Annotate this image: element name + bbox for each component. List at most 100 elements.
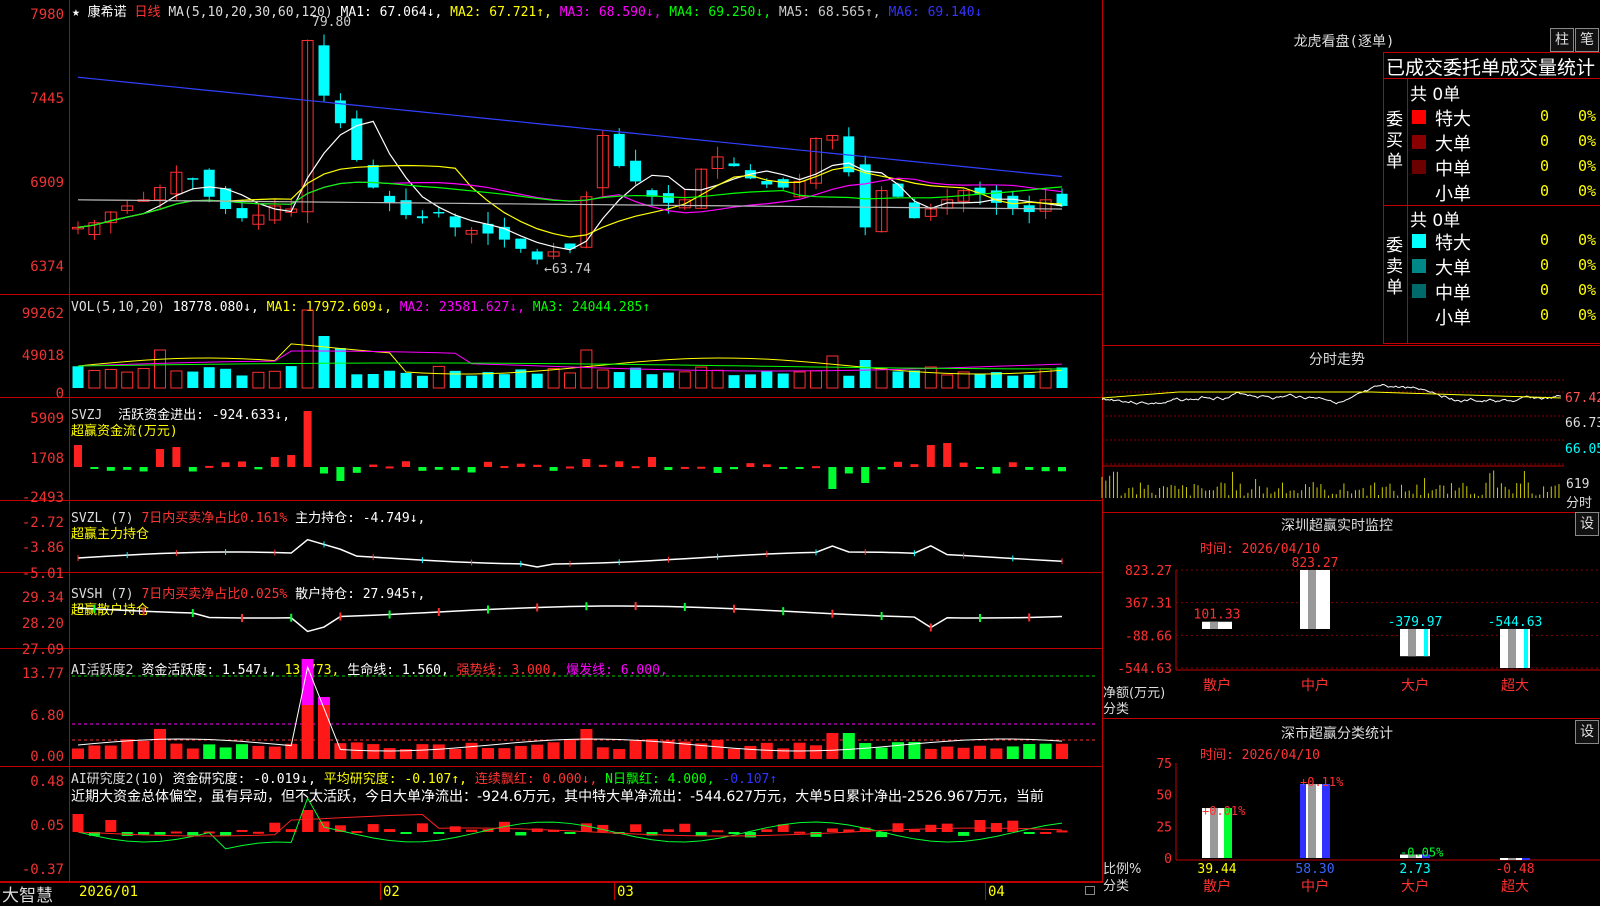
monitor-bar [1400, 628, 1430, 657]
ma-line [77, 120, 1063, 251]
ai-activity-bar [990, 748, 1003, 759]
volume-bar [564, 372, 576, 389]
ai-lifeline [77, 665, 1063, 752]
intraday-ytick: 66.05 [1565, 442, 1600, 457]
volume-bar [941, 374, 954, 389]
intraday-chart[interactable] [1101, 368, 1564, 508]
ai-research-bar [154, 832, 166, 835]
svzj-bar [779, 467, 788, 469]
bar-mode-button[interactable]: 柱 [1550, 28, 1574, 52]
ai-research-bar [908, 829, 920, 832]
classify-bar-accent [1522, 858, 1530, 860]
classify-title: 深市超赢分类统计 [1281, 726, 1393, 742]
svzj-bar [484, 461, 492, 467]
ai-research-bar [302, 810, 314, 832]
volume-bar [1007, 375, 1019, 388]
svzj-bar [812, 466, 820, 469]
volume-bar [843, 375, 855, 388]
order-row-pct: 0% [1578, 281, 1597, 299]
classify-value-label: 39.44 [1197, 862, 1236, 877]
ai-activity-bar [744, 745, 757, 759]
svsh-line [77, 605, 1063, 633]
color-swatch [1412, 135, 1426, 149]
volume-bar [351, 374, 363, 388]
candle-down [531, 251, 543, 260]
svzj-bar [730, 467, 738, 470]
ai-activity-bar [1056, 743, 1068, 759]
ai-activity-bar [170, 743, 183, 759]
x-axis [0, 882, 1103, 901]
ai-activity-bar [432, 744, 445, 759]
volume-bar [285, 366, 297, 388]
classify-category-label: 散户 [1203, 878, 1231, 895]
classify-ytick: 25 [1156, 820, 1172, 835]
volume-bar [892, 371, 904, 388]
monitor-bar-shade [1508, 628, 1516, 668]
volume-bar [154, 349, 166, 389]
ai-research-bar [744, 832, 756, 838]
order-row-pct: 0% [1578, 256, 1597, 274]
ai-activity-bar [859, 743, 872, 759]
ai-activity-bar [383, 748, 396, 759]
volume-bar [137, 367, 150, 389]
svzj-bar [861, 467, 870, 483]
svzj-bar [500, 466, 509, 469]
classify-ytick: 0 [1164, 852, 1172, 867]
dragon-tiger-title: 龙虎看盘(逐单) [1293, 34, 1395, 50]
order-row-count: 0 [1540, 107, 1550, 125]
ai-activity-bar [1023, 744, 1036, 759]
svzj-bar [926, 445, 935, 467]
volume-bar [531, 373, 543, 388]
volume-bar [630, 367, 642, 388]
volume-bar [121, 371, 134, 389]
monitor-bar-shade [1210, 621, 1218, 629]
volume-bar [761, 371, 773, 388]
svzj-bar [615, 461, 624, 467]
order-row-pct: 0% [1578, 231, 1597, 249]
monitor-setting-button[interactable]: 设 [1575, 512, 1599, 536]
classify-chart[interactable]: 75 50 25 0 +0.01% 39.44散户 +0.11% 58.30中户 -0.05% 2… [1102, 757, 1600, 900]
volume-bar [318, 336, 330, 388]
svzj-bar [90, 467, 99, 469]
classify-value-label: -0.48 [1495, 862, 1534, 877]
classify-setting-button[interactable]: 设 [1575, 720, 1599, 744]
buy-side-label: 委买单 [1386, 110, 1403, 172]
candle-down [416, 216, 428, 219]
volume-bar [547, 368, 560, 389]
svzj-bar [369, 464, 378, 467]
volume-bar [72, 366, 84, 388]
candle-down [318, 45, 330, 96]
color-swatch [1412, 110, 1426, 124]
ai-research-bar [892, 823, 904, 832]
monitor-value-label: -379.97 [1388, 615, 1443, 630]
svzj-bar [598, 464, 607, 467]
ai-activity-bar [482, 748, 494, 759]
svzj-bar [303, 411, 312, 467]
classify-bar-shade [1308, 784, 1316, 858]
intraday-ytick: 67.42 [1565, 391, 1600, 406]
left-chart-canvas[interactable] [0, 0, 1103, 882]
lock-icon[interactable] [1085, 886, 1095, 895]
volume-bar [908, 370, 920, 388]
tick-mode-button[interactable]: 笔 [1575, 28, 1599, 52]
svzj-bar [680, 466, 689, 469]
ai-research-bar [449, 826, 461, 832]
candle-down [449, 216, 461, 228]
monitor-chart[interactable]: 823.27 367.31 -88.66 -544.63 101.33 散户 823.27 中… [1102, 556, 1600, 710]
monitor-value-label: 101.33 [1194, 608, 1241, 623]
ai-research-bar [367, 824, 379, 832]
svzj-bar [894, 461, 902, 467]
svzj-bar [631, 466, 640, 469]
svzj-bar [418, 467, 427, 471]
volume-bar [203, 367, 215, 388]
ai-activity-bar [728, 748, 740, 759]
svzj-bar [582, 459, 591, 467]
svzj-bar [992, 467, 1001, 474]
order-row-pct: 0% [1578, 132, 1597, 150]
ai-activity-bar [711, 739, 724, 759]
svzj-bar [1058, 467, 1066, 472]
ai-research-bar [1007, 820, 1019, 832]
ai-activity-bar [810, 745, 822, 759]
candle-down [236, 208, 248, 219]
color-swatch [1412, 160, 1426, 174]
